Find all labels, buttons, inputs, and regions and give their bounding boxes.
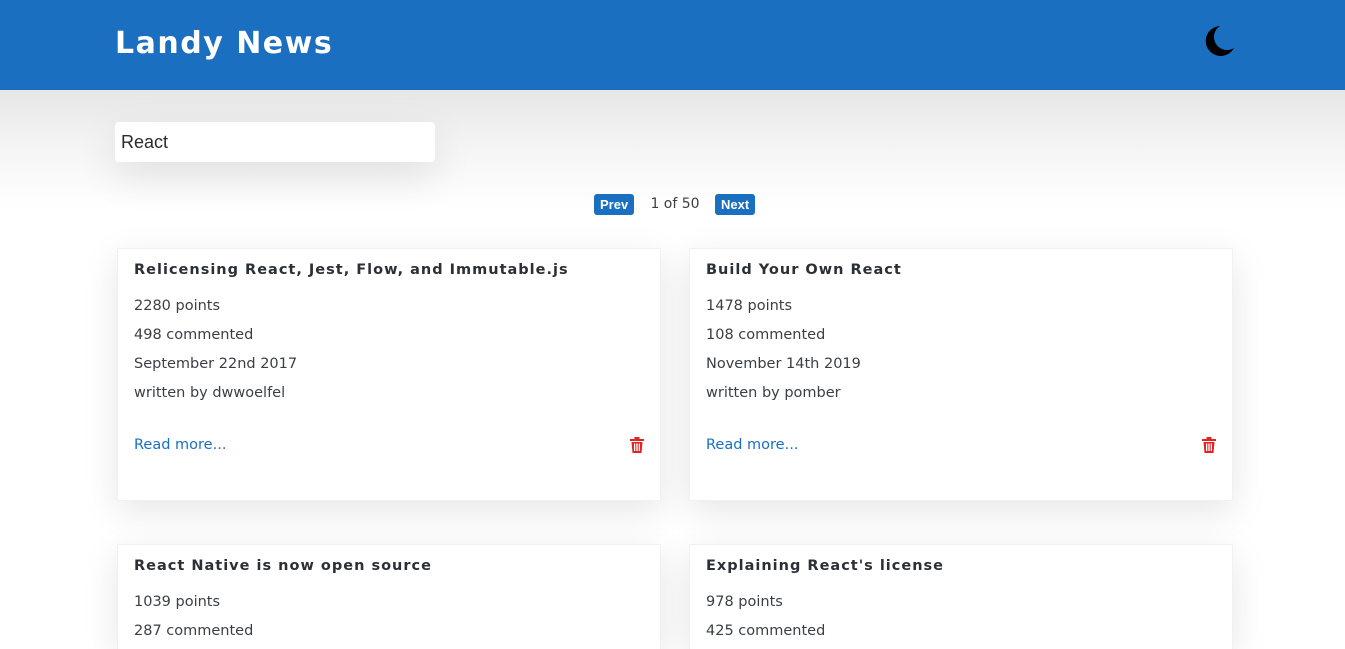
moon-icon[interactable] bbox=[1198, 22, 1236, 60]
story-card: Relicensing React, Jest, Flow, and Immut… bbox=[117, 248, 661, 501]
story-comments: 108 commented bbox=[706, 327, 826, 343]
app-header: Landy News bbox=[0, 0, 1345, 90]
prev-button[interactable]: Prev bbox=[594, 194, 634, 215]
story-card: Explaining React's license 978 points 42… bbox=[689, 544, 1233, 649]
read-more-link[interactable]: Read more... bbox=[134, 437, 226, 453]
story-comments: 425 commented bbox=[706, 623, 826, 639]
story-author: written by dwwoelfel bbox=[134, 385, 286, 401]
next-button[interactable]: Next bbox=[715, 194, 755, 215]
story-author: written by pomber bbox=[706, 385, 841, 401]
story-points: 1478 points bbox=[706, 298, 793, 314]
story-title: React Native is now open source bbox=[134, 558, 432, 574]
story-comments: 287 commented bbox=[134, 623, 254, 639]
story-date: November 14th 2019 bbox=[706, 356, 861, 372]
story-card: Build Your Own React 1478 points 108 com… bbox=[689, 248, 1233, 501]
story-title: Build Your Own React bbox=[706, 262, 902, 278]
app-title[interactable]: Landy News bbox=[115, 26, 333, 61]
trash-icon[interactable] bbox=[1202, 437, 1216, 453]
search-input[interactable] bbox=[115, 122, 435, 162]
story-points: 2280 points bbox=[134, 298, 221, 314]
trash-icon[interactable] bbox=[630, 437, 644, 453]
story-comments: 498 commented bbox=[134, 327, 254, 343]
story-title: Relicensing React, Jest, Flow, and Immut… bbox=[134, 262, 569, 278]
read-more-link[interactable]: Read more... bbox=[706, 437, 798, 453]
story-card: React Native is now open source 1039 poi… bbox=[117, 544, 661, 649]
story-title: Explaining React's license bbox=[706, 558, 944, 574]
page-indicator: 1 of 50 bbox=[650, 196, 700, 212]
story-points: 1039 points bbox=[134, 594, 221, 610]
story-date: September 22nd 2017 bbox=[134, 356, 298, 372]
story-points: 978 points bbox=[706, 594, 783, 610]
